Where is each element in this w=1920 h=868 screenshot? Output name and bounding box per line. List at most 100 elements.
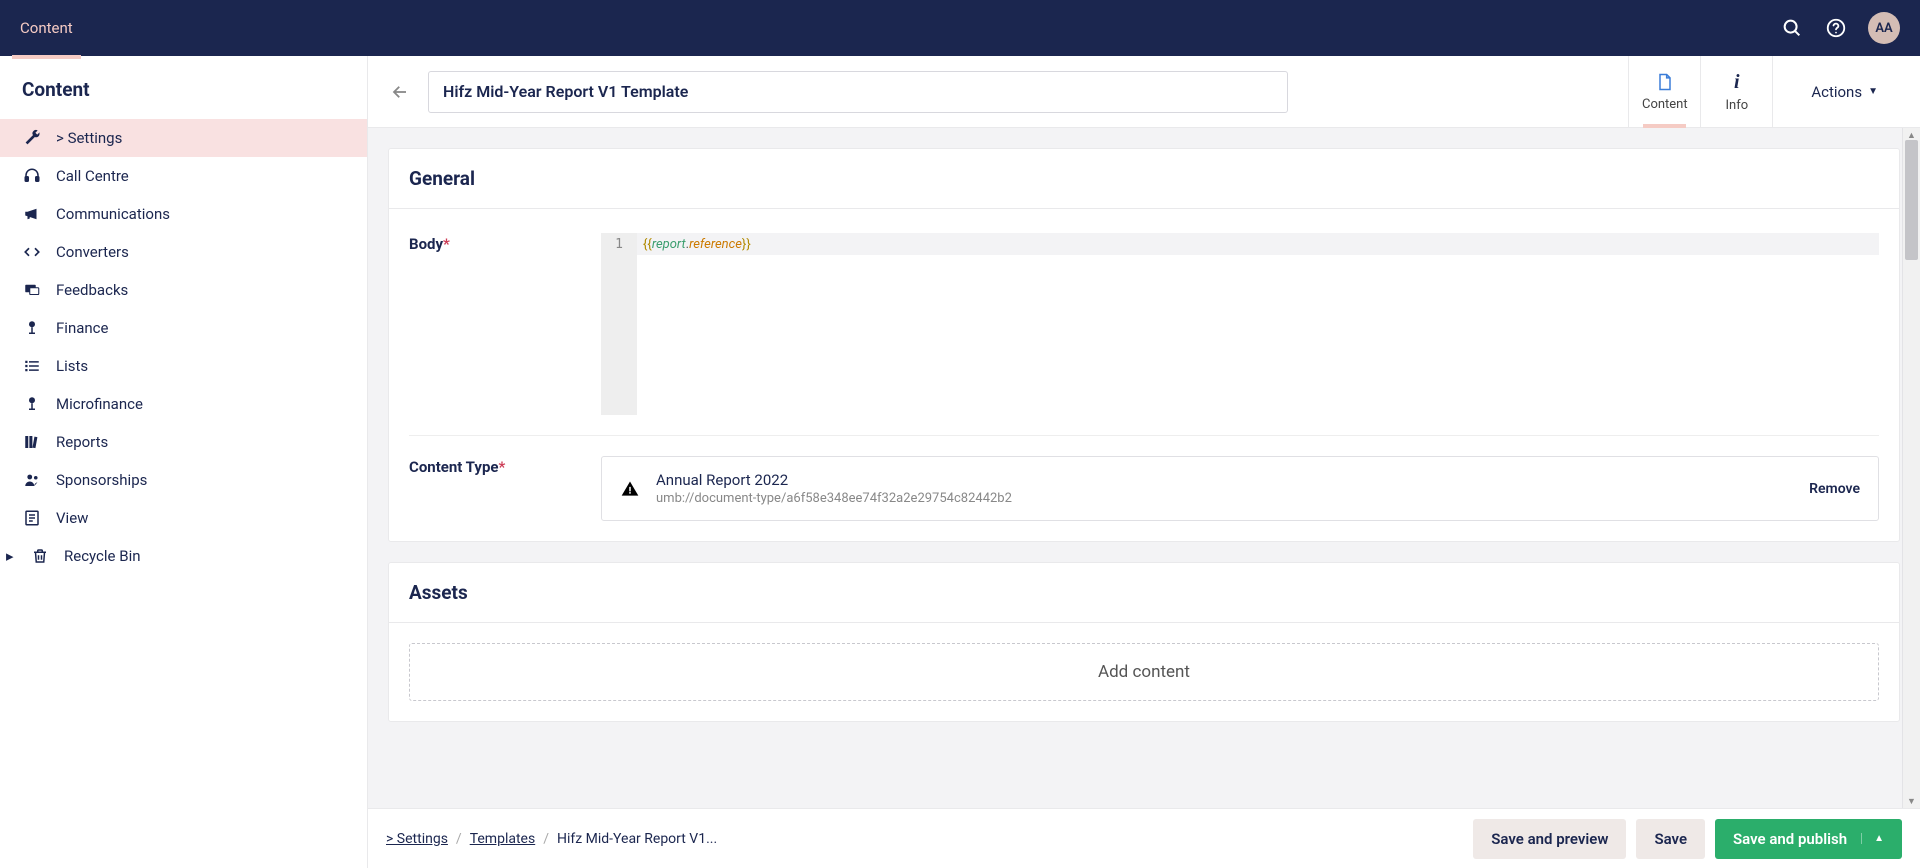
content-type-sub: umb://document-type/a6f58e348ee74f32a2e2… xyxy=(656,491,1793,506)
sidebar-item-converters[interactable]: Converters xyxy=(0,233,367,271)
tab-content-label: Content xyxy=(1642,97,1688,112)
panel-assets-body: Add content xyxy=(389,623,1899,721)
sidebar-item-label: Converters xyxy=(56,243,129,261)
field-body: Body* 1 {{report.reference}} xyxy=(409,229,1879,435)
field-content-type: Content Type* Annual Report 2022 umb://d… xyxy=(409,435,1879,521)
header-tabs: Content i Info xyxy=(1628,56,1773,127)
topbar-left: Content xyxy=(20,13,73,43)
sidebar-item-sponsorships[interactable]: Sponsorships xyxy=(0,461,367,499)
sidebar-item-label: View xyxy=(56,509,88,527)
microfinance-icon xyxy=(22,394,42,414)
breadcrumb-templates[interactable]: Templates xyxy=(470,831,536,847)
breadcrumb-sep: / xyxy=(543,831,549,847)
sidebar-item-call-centre[interactable]: Call Centre xyxy=(0,157,367,195)
sidebar-item-label: Recycle Bin xyxy=(64,547,141,565)
footer: > Settings / Templates / Hifz Mid-Year R… xyxy=(368,808,1920,868)
feedback-icon xyxy=(22,280,42,300)
footer-actions: Save and preview Save Save and publish ▲ xyxy=(1473,819,1902,859)
caret-down-icon: ▼ xyxy=(1868,86,1878,97)
save-preview-button[interactable]: Save and preview xyxy=(1473,819,1626,859)
panel-general-body: Body* 1 {{report.reference}} Content Typ… xyxy=(389,209,1899,541)
back-button[interactable] xyxy=(388,80,412,104)
vertical-scrollbar[interactable]: ▲ ▼ xyxy=(1902,128,1920,808)
caret-right-icon[interactable]: ▸ xyxy=(6,547,16,565)
books-icon xyxy=(22,432,42,452)
sidebar-item-finance[interactable]: Finance xyxy=(0,309,367,347)
tab-info-label: Info xyxy=(1725,98,1748,113)
content-type-title: Annual Report 2022 xyxy=(656,471,1793,489)
editor-header: Content i Info Actions ▼ xyxy=(368,56,1920,128)
sidebar-item-label: Call Centre xyxy=(56,167,129,185)
breadcrumb: > Settings / Templates / Hifz Mid-Year R… xyxy=(386,831,717,847)
help-icon[interactable] xyxy=(1824,16,1848,40)
tab-content[interactable]: Content xyxy=(1629,56,1701,127)
save-publish-label: Save and publish xyxy=(1733,830,1847,848)
wrench-icon xyxy=(22,128,42,148)
sidebar-item-view[interactable]: View xyxy=(0,499,367,537)
people-icon xyxy=(22,470,42,490)
sidebar-item-label: Reports xyxy=(56,433,108,451)
code-icon xyxy=(22,242,42,262)
scroll-down-icon[interactable]: ▼ xyxy=(1903,794,1920,808)
app-body: Content > Settings Call Centre Communica… xyxy=(0,56,1920,868)
list-icon xyxy=(22,356,42,376)
sidebar-item-reports[interactable]: Reports xyxy=(0,423,367,461)
actions-label: Actions xyxy=(1811,83,1862,101)
sidebar-item-label: Communications xyxy=(56,205,170,223)
sidebar-item-communications[interactable]: Communications xyxy=(0,195,367,233)
sidebar-header: Content xyxy=(0,56,367,119)
info-icon: i xyxy=(1734,71,1740,94)
scroll-thumb[interactable] xyxy=(1905,140,1918,260)
sidebar-item-label: Sponsorships xyxy=(56,471,147,489)
field-body-control: 1 {{report.reference}} xyxy=(601,233,1879,415)
code-line[interactable]: {{report.reference}} xyxy=(637,233,1879,255)
avatar[interactable]: AA xyxy=(1868,12,1900,44)
sidebar-list: > Settings Call Centre Communications Co… xyxy=(0,119,367,868)
code-gutter: 1 xyxy=(601,233,637,415)
main: Content i Info Actions ▼ General Body* xyxy=(368,56,1920,868)
sidebar-item-label: > Settings xyxy=(56,129,122,147)
megaphone-icon xyxy=(22,204,42,224)
topbar: Content AA xyxy=(0,0,1920,56)
field-body-label: Body* xyxy=(409,233,581,415)
save-button[interactable]: Save xyxy=(1636,819,1705,859)
sidebar-item-label: Finance xyxy=(56,319,108,337)
trash-icon xyxy=(30,546,50,566)
content-type-text: Annual Report 2022 umb://document-type/a… xyxy=(656,471,1793,506)
breadcrumb-sep: / xyxy=(456,831,462,847)
field-content-type-control: Annual Report 2022 umb://document-type/a… xyxy=(601,456,1879,521)
sidebar-item-microfinance[interactable]: Microfinance xyxy=(0,385,367,423)
sidebar-item-settings[interactable]: > Settings xyxy=(0,119,367,157)
sidebar-item-feedbacks[interactable]: Feedbacks xyxy=(0,271,367,309)
content-type-box: Annual Report 2022 umb://document-type/a… xyxy=(601,456,1879,521)
breadcrumb-settings[interactable]: > Settings xyxy=(386,831,448,847)
warning-icon xyxy=(620,479,640,499)
sidebar: Content > Settings Call Centre Communica… xyxy=(0,56,368,868)
file-icon xyxy=(1655,71,1675,93)
search-icon[interactable] xyxy=(1780,16,1804,40)
field-content-type-label: Content Type* xyxy=(409,456,581,521)
topbar-tab-content[interactable]: Content xyxy=(20,13,73,43)
panel-assets-header: Assets xyxy=(389,563,1899,623)
caret-up-icon[interactable]: ▲ xyxy=(1861,833,1884,844)
sidebar-item-lists[interactable]: Lists xyxy=(0,347,367,385)
breadcrumb-current: Hifz Mid-Year Report V1... xyxy=(557,831,717,847)
panel-assets: Assets Add content xyxy=(388,562,1900,722)
remove-button[interactable]: Remove xyxy=(1809,481,1860,497)
headset-icon xyxy=(22,166,42,186)
actions-button[interactable]: Actions ▼ xyxy=(1789,56,1900,127)
panel-general-header: General xyxy=(389,149,1899,209)
sidebar-item-label: Microfinance xyxy=(56,395,143,413)
panel-general: General Body* 1 {{report.reference}} xyxy=(388,148,1900,542)
add-content-button[interactable]: Add content xyxy=(409,643,1879,701)
topbar-right: AA xyxy=(1780,12,1900,44)
content-scroll[interactable]: General Body* 1 {{report.reference}} xyxy=(368,128,1920,868)
save-publish-button[interactable]: Save and publish ▲ xyxy=(1715,819,1902,859)
title-input[interactable] xyxy=(428,71,1288,113)
code-editor[interactable]: 1 {{report.reference}} xyxy=(601,233,1879,415)
doc-icon xyxy=(22,508,42,528)
finance-icon xyxy=(22,318,42,338)
sidebar-item-label: Lists xyxy=(56,357,88,375)
sidebar-item-recycle-bin[interactable]: ▸ Recycle Bin xyxy=(0,537,367,575)
tab-info[interactable]: i Info xyxy=(1701,56,1773,127)
